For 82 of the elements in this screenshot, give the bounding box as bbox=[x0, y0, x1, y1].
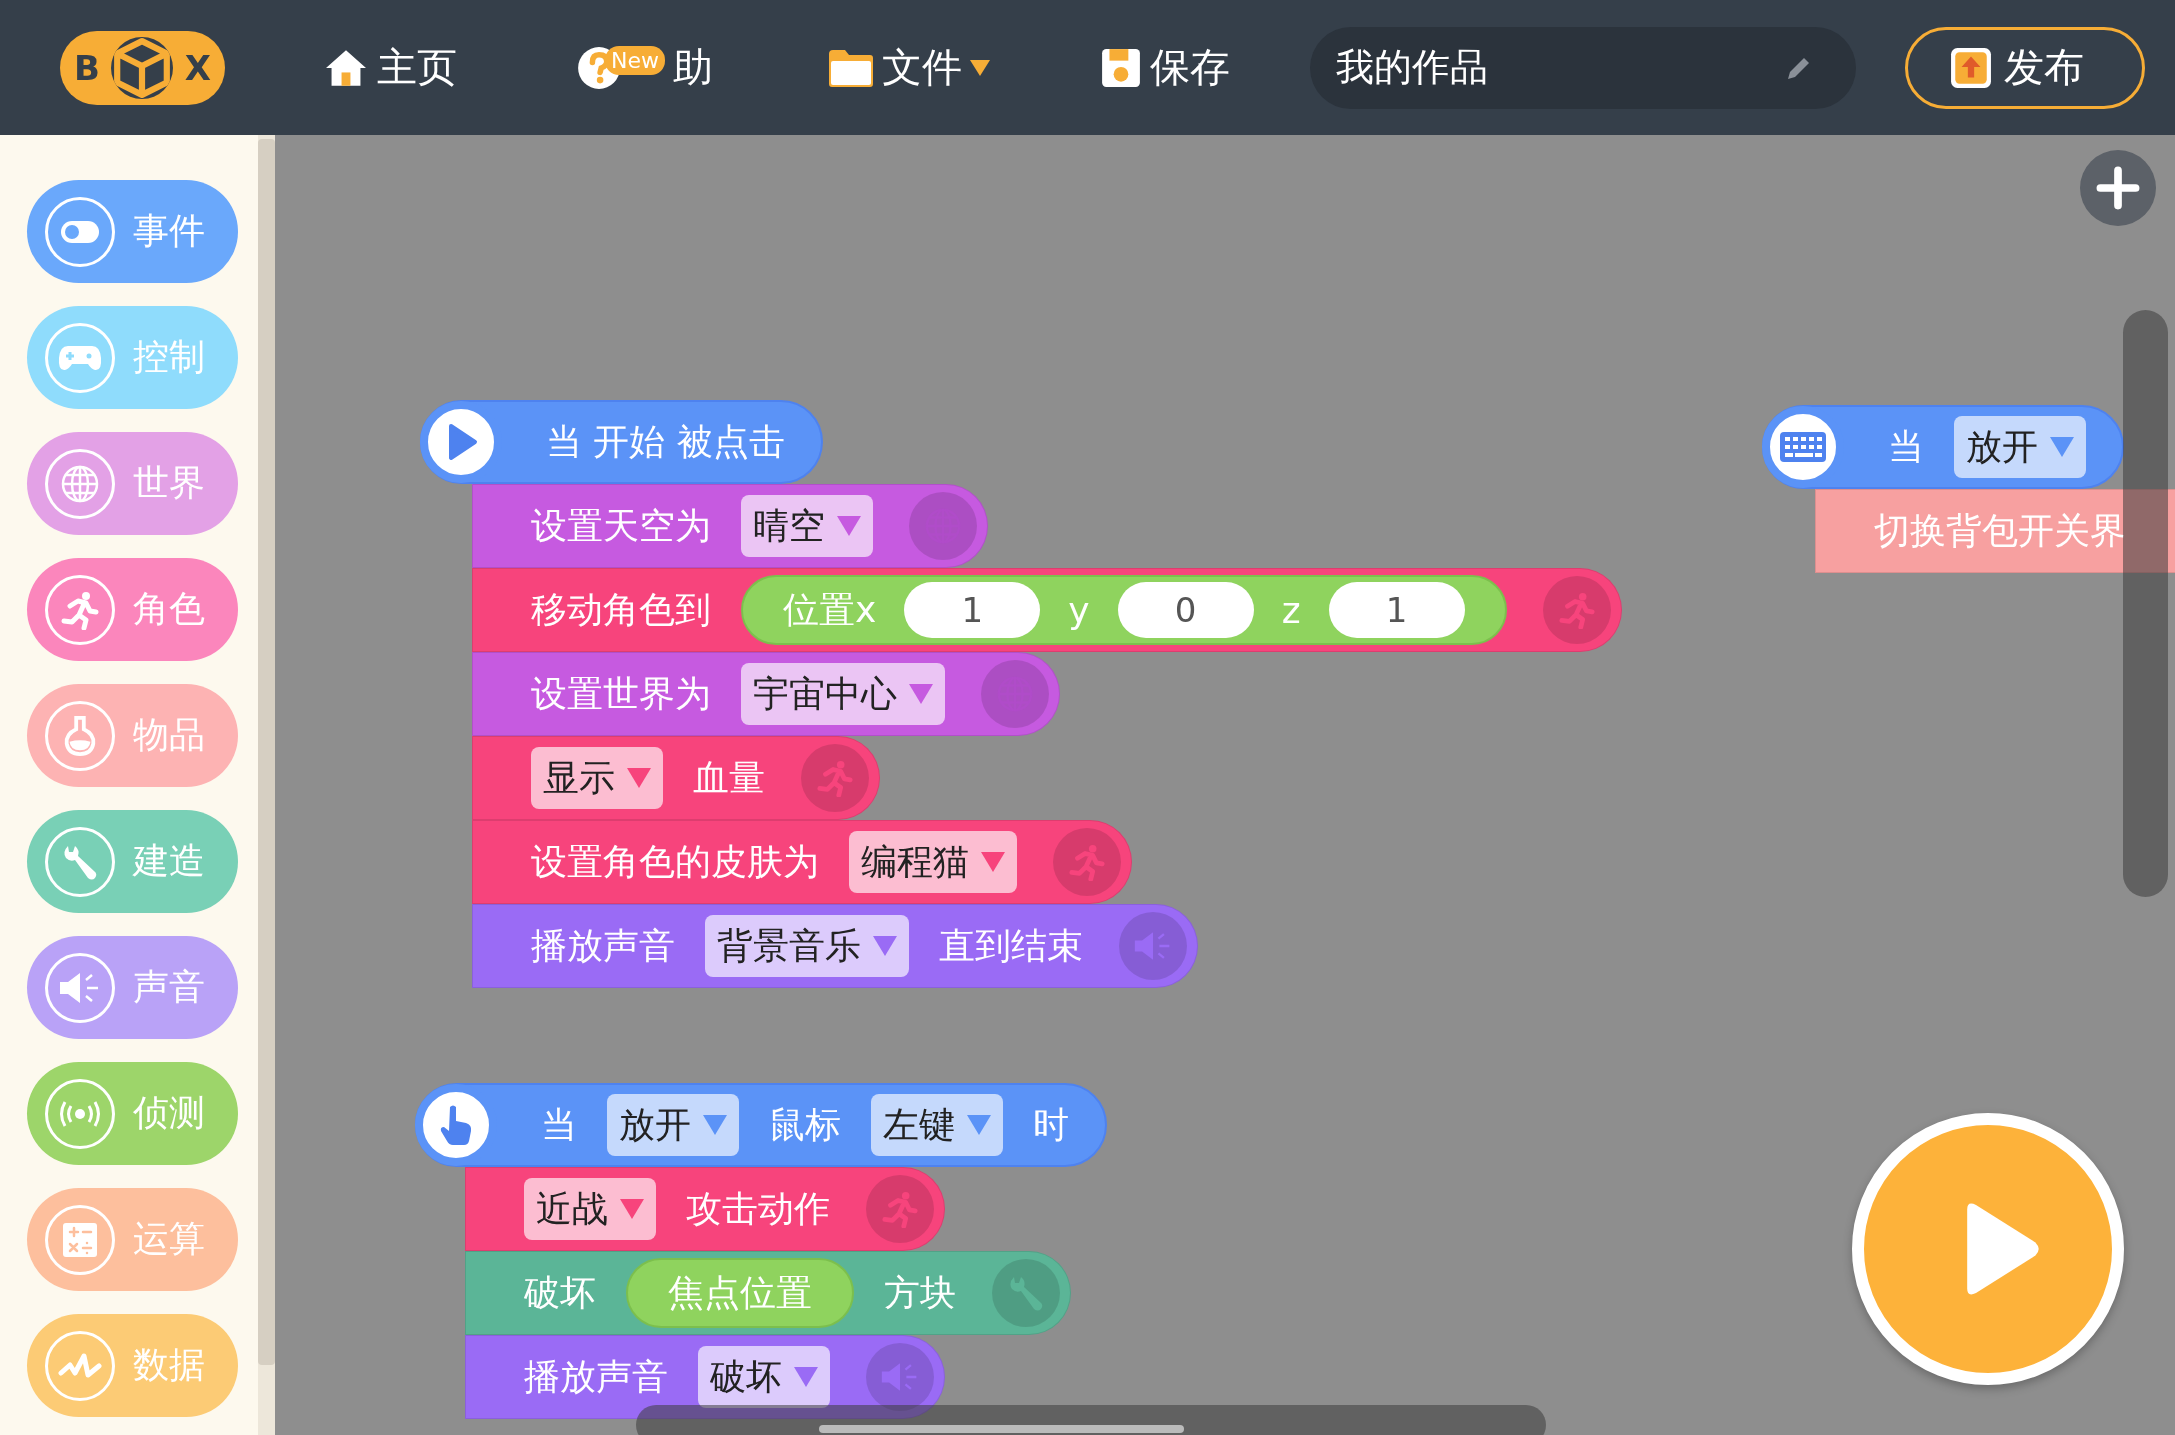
nav-item[interactable]: 文件 bbox=[828, 40, 990, 95]
block-label: 设置世界为 bbox=[531, 671, 711, 716]
wrench-icon bbox=[992, 1259, 1060, 1327]
caret-icon bbox=[627, 768, 651, 788]
caret-icon bbox=[620, 1199, 644, 1219]
block-label: 移动角色到 bbox=[531, 587, 711, 632]
code-block[interactable]: 设置天空为 晴空 bbox=[472, 484, 988, 568]
block-label: 当 bbox=[1888, 424, 1924, 469]
runner-icon bbox=[1053, 828, 1121, 896]
keyboard-icon bbox=[1779, 431, 1827, 463]
reporter-label: 位置x bbox=[783, 587, 877, 632]
block-label: 当 bbox=[541, 1102, 577, 1147]
block-dropdown[interactable]: 编程猫 bbox=[849, 831, 1017, 893]
speaker-icon bbox=[1119, 912, 1187, 980]
block-dropdown[interactable]: 左键 bbox=[871, 1094, 1003, 1156]
block-dropdown[interactable]: 破坏 bbox=[698, 1346, 830, 1408]
caret-icon bbox=[909, 684, 933, 704]
event-block[interactable]: 当 放开 鼠标 左键 时 bbox=[415, 1083, 1107, 1167]
code-block[interactable]: 播放声音 背景音乐 直到结束 bbox=[472, 904, 1198, 988]
gamepad-icon bbox=[58, 343, 102, 372]
block-dropdown[interactable]: 背景音乐 bbox=[705, 915, 909, 977]
upload-icon bbox=[1950, 46, 1992, 89]
block-dropdown[interactable]: 放开 bbox=[1954, 416, 2086, 478]
caret-icon bbox=[794, 1367, 818, 1387]
caret-icon bbox=[970, 59, 990, 76]
block-label: 设置角色的皮肤为 bbox=[531, 839, 819, 884]
code-block[interactable]: 移动角色到 位置x 1 y 0 z 1 bbox=[472, 568, 1622, 652]
reporter-label: 焦点位置 bbox=[668, 1270, 812, 1315]
block-dropdown[interactable]: 晴空 bbox=[741, 495, 873, 557]
calculator-icon bbox=[62, 1221, 98, 1258]
title-field[interactable]: 我的作品 bbox=[1310, 26, 1856, 109]
number-input[interactable]: 1 bbox=[1328, 582, 1465, 638]
code-block[interactable]: 设置世界为 宇宙中心 bbox=[472, 652, 1060, 736]
reporter-label: y bbox=[1068, 589, 1090, 631]
code-block[interactable]: 显示 血量 bbox=[472, 736, 880, 820]
runner-icon bbox=[60, 589, 100, 630]
reporter-label: z bbox=[1281, 589, 1301, 631]
caret-icon bbox=[2050, 437, 2074, 457]
block-label: 鼠标 bbox=[769, 1102, 841, 1147]
folder-icon bbox=[828, 47, 874, 88]
number-input[interactable]: 1 bbox=[904, 582, 1041, 638]
block-label: 当 开始 被点击 bbox=[546, 419, 785, 464]
toggle-icon bbox=[60, 219, 100, 244]
caret-icon bbox=[967, 1115, 991, 1135]
block-dropdown[interactable]: 放开 bbox=[607, 1094, 739, 1156]
code-block[interactable]: 设置角色的皮肤为 编程猫 bbox=[472, 820, 1132, 904]
block-label: 直到结束 bbox=[939, 923, 1083, 968]
caret-icon bbox=[981, 852, 1005, 872]
runner-icon bbox=[801, 744, 869, 812]
block-label: 攻击动作 bbox=[686, 1186, 830, 1231]
block-dropdown[interactable]: 近战 bbox=[524, 1178, 656, 1240]
block-label: 方块 bbox=[884, 1270, 956, 1315]
event-block[interactable]: 当 放开 bbox=[1762, 405, 2124, 489]
caret-icon bbox=[873, 936, 897, 956]
reporter-block[interactable]: 位置x 1 y 0 z 1 bbox=[741, 575, 1507, 645]
nav-item[interactable]: 保存 bbox=[1100, 40, 1230, 95]
block-dropdown[interactable]: 显示 bbox=[531, 747, 663, 809]
scrollbar[interactable] bbox=[258, 135, 275, 1435]
logo-letter: X bbox=[184, 47, 211, 88]
scrollbar[interactable] bbox=[636, 1405, 1546, 1435]
nav-item[interactable]: 主页 bbox=[323, 40, 457, 95]
block-label: 时 bbox=[1033, 1102, 1069, 1147]
logo-letter: B bbox=[74, 47, 100, 88]
new-badge: New bbox=[605, 46, 665, 75]
block-label: 播放声音 bbox=[524, 1354, 668, 1399]
block-label: 破坏 bbox=[524, 1270, 596, 1315]
publish-button[interactable]: 发布 bbox=[1905, 26, 2145, 109]
block-label: 设置天空为 bbox=[531, 503, 711, 548]
plus-icon bbox=[2096, 166, 2140, 210]
caret-icon bbox=[837, 516, 861, 536]
runner-icon bbox=[866, 1175, 934, 1243]
block-label: 播放声音 bbox=[531, 923, 675, 968]
save-icon bbox=[1100, 46, 1142, 89]
caret-icon bbox=[703, 1115, 727, 1135]
block-label: 血量 bbox=[693, 755, 765, 800]
block-dropdown[interactable]: 宇宙中心 bbox=[741, 663, 945, 725]
runner-icon bbox=[1542, 576, 1611, 644]
code-block[interactable]: 播放声音 破坏 bbox=[465, 1335, 945, 1419]
nav-item[interactable]: New 助 bbox=[577, 40, 713, 95]
scrollbar[interactable] bbox=[2123, 310, 2168, 897]
code-block[interactable]: 近战 攻击动作 bbox=[465, 1167, 945, 1251]
number-input[interactable]: 0 bbox=[1117, 582, 1254, 638]
